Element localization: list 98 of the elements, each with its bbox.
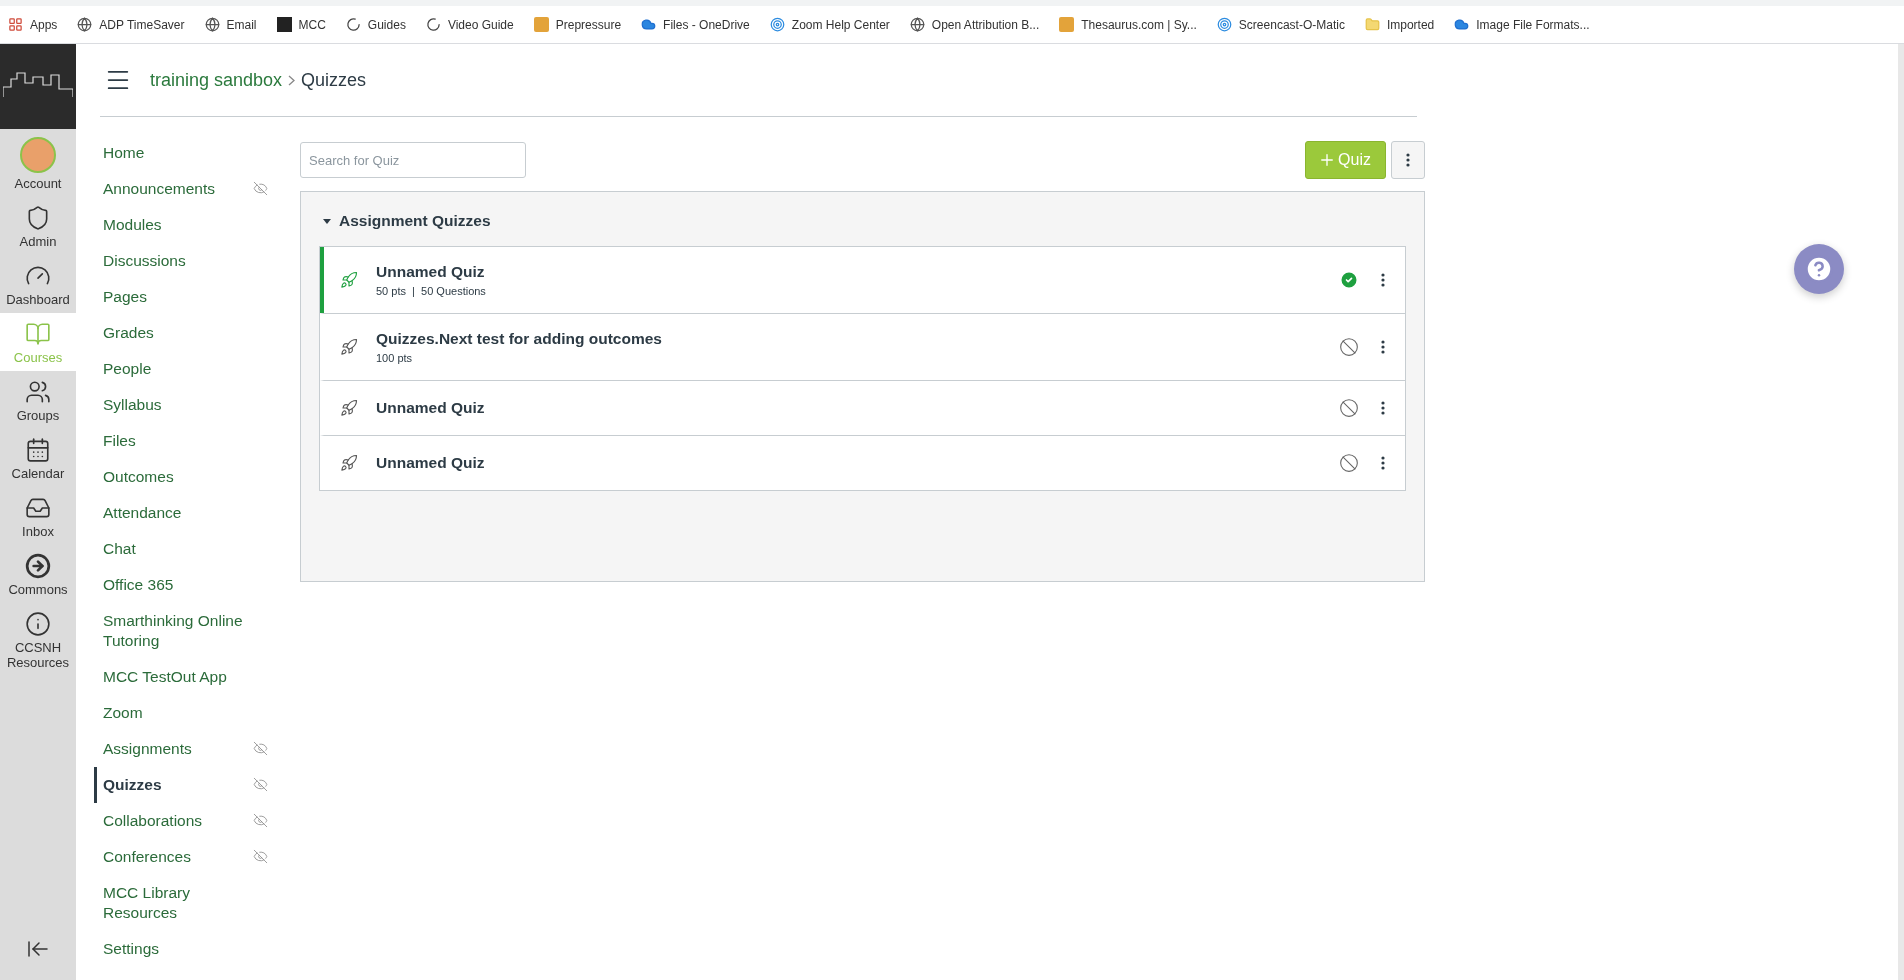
kebab-icon	[1381, 340, 1385, 354]
search-field[interactable]: Search for Quiz	[300, 142, 526, 178]
kebab-icon	[1406, 153, 1410, 167]
quiz-row[interactable]: Quizzes.Next test for adding outcomes 100 pts	[320, 313, 1405, 380]
course-nav-link[interactable]: Settings	[94, 931, 268, 967]
course-nav-link[interactable]: Syllabus	[94, 387, 268, 423]
target-icon	[1216, 17, 1232, 32]
rocket-icon	[340, 271, 358, 289]
chevron-icon	[288, 74, 296, 86]
folder-icon	[1364, 17, 1380, 32]
global-nav-item[interactable]: Dashboard	[0, 255, 76, 313]
globe-icon	[77, 17, 93, 32]
course-nav-link[interactable]: MCC TestOut App	[94, 659, 268, 695]
course-nav-link[interactable]: MCC Library Resources	[94, 875, 268, 931]
avatar-circle	[20, 137, 56, 173]
unpublished-icon[interactable]	[1337, 335, 1361, 359]
square-icon	[1059, 17, 1075, 32]
bookmark-link[interactable]: Imported	[1364, 17, 1435, 32]
unpublished-icon[interactable]	[1337, 451, 1361, 475]
target-icon	[769, 17, 785, 32]
bookmark-link[interactable]: Zoom Help Center	[769, 17, 890, 32]
cloud-icon	[641, 17, 657, 32]
bookmark-link[interactable]: MCC	[276, 17, 326, 32]
people-icon	[25, 379, 51, 405]
calendar-icon	[25, 437, 51, 463]
bookmark-link[interactable]: Open Attribution B...	[909, 17, 1040, 32]
quiz-row[interactable]: Unnamed Quiz 50 pts | 50 Questions	[320, 247, 1405, 313]
quiz-title-link[interactable]: Quizzes.Next test for adding outcomes	[376, 330, 1319, 348]
quiz-row[interactable]: Unnamed Quiz	[320, 435, 1405, 490]
bookmark-link[interactable]: Email	[204, 17, 257, 32]
global-nav-item[interactable]: Account	[0, 129, 76, 197]
quiz-title-link[interactable]: Unnamed Quiz	[376, 454, 1319, 472]
course-nav-link[interactable]: Zoom	[94, 695, 268, 731]
global-nav-item[interactable]: Groups	[0, 371, 76, 429]
course-nav-link[interactable]: Home	[94, 135, 268, 171]
global-nav-item[interactable]: Admin	[0, 197, 76, 255]
question-icon	[1804, 254, 1834, 284]
course-nav-link[interactable]: Discussions	[94, 243, 268, 279]
ring-icon	[345, 17, 361, 32]
course-nav-link[interactable]: Announcements	[94, 171, 268, 207]
bookmark-link[interactable]: ADP TimeSaver	[77, 17, 185, 32]
quiz-row[interactable]: Unnamed Quiz	[320, 380, 1405, 435]
course-nav-link[interactable]: Attendance	[94, 495, 268, 531]
course-nav-link[interactable]: Collaborations	[94, 803, 268, 839]
course-nav-link[interactable]: Files	[94, 423, 268, 459]
course-nav-link[interactable]: Modules	[94, 207, 268, 243]
bookmark-link[interactable]: Image File Formats...	[1454, 17, 1590, 32]
bookmark-link[interactable]: Video Guide	[425, 17, 514, 32]
bookmark-link[interactable]: Prepressure	[533, 17, 622, 32]
rocket-icon	[340, 454, 358, 472]
rocket-icon	[340, 399, 358, 417]
course-nav-link[interactable]: Assignments	[94, 731, 268, 767]
kebab-icon	[1381, 401, 1385, 415]
course-nav-link[interactable]: Chat	[94, 531, 268, 567]
globe-icon	[909, 17, 925, 32]
course-nav-link[interactable]: Pages	[94, 279, 268, 315]
global-nav-item[interactable]: CCSNH Resources	[0, 603, 76, 676]
book-icon	[25, 321, 51, 347]
bookmark-link[interactable]: Thesaurus.com | Sy...	[1059, 17, 1197, 32]
caret-icon	[323, 217, 331, 225]
quiz-title-link[interactable]: Unnamed Quiz	[376, 399, 1319, 417]
global-nav-item[interactable]: Calendar	[0, 429, 76, 487]
global-nav-item[interactable]: Inbox	[0, 487, 76, 545]
kebab-icon	[1381, 273, 1385, 287]
college-logo[interactable]	[0, 44, 76, 129]
course-nav-link[interactable]: Grades	[94, 315, 268, 351]
bookmark-link[interactable]: Guides	[345, 17, 406, 32]
global-nav-item[interactable]: Commons	[0, 545, 76, 603]
bookmark-link[interactable]: Screencast-O-Matic	[1216, 17, 1345, 32]
quiz-details: 100 pts	[376, 352, 414, 364]
help-button[interactable]	[1794, 244, 1844, 294]
quiz-details: 50 pts | 50 Questions	[376, 285, 487, 297]
cloud-icon	[1454, 17, 1470, 32]
kebab-icon	[1381, 456, 1385, 470]
more-options-button[interactable]	[1379, 454, 1387, 472]
course-nav-link[interactable]: People	[94, 351, 268, 387]
quiz-title-link[interactable]: Unnamed Quiz	[376, 263, 1319, 281]
unpublished-icon[interactable]	[1337, 396, 1361, 420]
more-options-button[interactable]	[1379, 271, 1387, 289]
globe-icon	[204, 17, 220, 32]
ring-icon	[425, 17, 441, 32]
rocket-icon	[340, 338, 358, 356]
grid-icon	[8, 17, 23, 32]
course-nav-link[interactable]: Smarthinking Online Tutoring	[94, 603, 268, 659]
square-icon	[533, 17, 549, 32]
more-options-button[interactable]	[1379, 399, 1387, 417]
course-nav-link[interactable]: Quizzes	[94, 767, 268, 803]
breadcrumb-link[interactable]: training sandbox	[150, 69, 283, 91]
tile-icon	[276, 17, 292, 32]
group-toggle[interactable]: Assignment Quizzes	[319, 212, 1406, 230]
bookmark-link[interactable]: Apps	[8, 17, 58, 32]
course-nav-link[interactable]: Outcomes	[94, 459, 268, 495]
info-icon	[25, 611, 51, 637]
course-nav-link[interactable]: Conferences	[94, 839, 268, 875]
bookmark-link[interactable]: Files - OneDrive	[641, 17, 750, 32]
breadcrumb-link[interactable]: Quizzes	[301, 69, 367, 91]
course-nav-link[interactable]: Office 365	[94, 567, 268, 603]
more-options-button[interactable]	[1379, 338, 1387, 356]
